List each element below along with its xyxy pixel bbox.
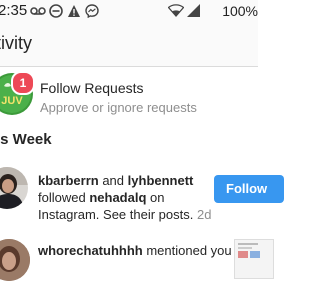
messenger-icon: [85, 4, 99, 18]
post-thumbnail[interactable]: [234, 239, 274, 279]
page-title: tivity: [0, 33, 32, 53]
username-link[interactable]: lyhbennett: [128, 173, 194, 188]
status-right: 100%: [168, 2, 258, 19]
status-time: 2:35: [0, 2, 28, 19]
connector-text: and: [102, 173, 125, 188]
action-text: followed: [38, 190, 86, 205]
avatar[interactable]: [0, 239, 30, 281]
svg-text:JUV: JUV: [1, 95, 23, 107]
alert-icon: [68, 5, 80, 17]
activity-item[interactable]: kbarberrn and lyhbennett followed nehada…: [0, 165, 284, 225]
signal-icon: [187, 4, 200, 17]
username-link[interactable]: nehadalq: [89, 190, 146, 205]
status-bar: 2:35 100%: [0, 0, 258, 22]
app-bar: tivity: [0, 22, 258, 67]
action-text: mentioned you: [146, 243, 232, 258]
follow-requests-subtitle: Approve or ignore requests: [40, 100, 197, 115]
activity-item[interactable]: whorechatuhhhh mentioned you: [0, 236, 274, 281]
activity-text: whorechatuhhhh mentioned you: [38, 243, 232, 258]
follow-requests-row[interactable]: JUV 1 Follow Requests Approve or ignore …: [0, 66, 258, 126]
timestamp: 2d: [196, 207, 212, 222]
username-link[interactable]: whorechatuhhhh: [38, 243, 143, 258]
battery-percent: 100%: [222, 3, 258, 19]
activity-rest-text: Instagram. See their posts.: [38, 207, 194, 222]
voicemail-icon: [30, 7, 46, 15]
on-text: on: [150, 190, 165, 205]
follow-button[interactable]: Follow: [214, 175, 284, 203]
activity-text: kbarberrn and lyhbennett followed nehada…: [38, 172, 213, 223]
wifi-icon: [168, 4, 184, 17]
section-heading: is Week: [0, 131, 52, 148]
avatar[interactable]: [0, 167, 28, 209]
follow-requests-title: Follow Requests: [40, 80, 144, 96]
no-disturb-icon: [49, 4, 63, 18]
follow-request-count-badge: 1: [11, 71, 35, 95]
username-link[interactable]: kbarberrn: [38, 173, 99, 188]
